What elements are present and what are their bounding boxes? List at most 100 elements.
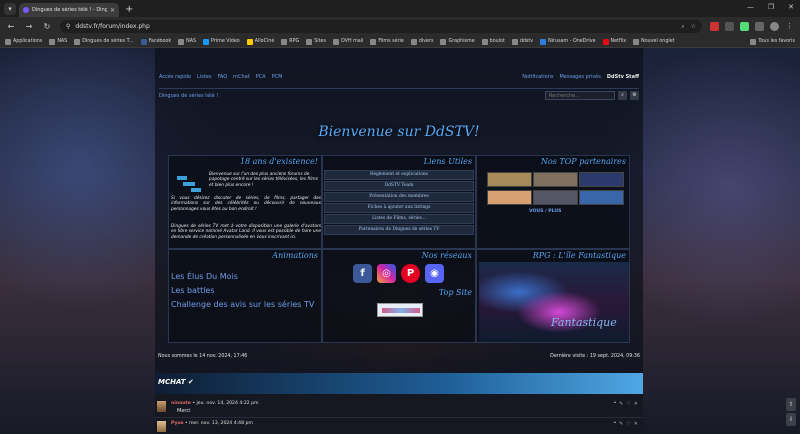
bookmark-item[interactable]: Prime Video — [203, 38, 240, 45]
bookmark-item[interactable]: Graphisme — [440, 38, 475, 45]
link-rules[interactable]: Règlement et explications — [324, 170, 474, 180]
search-input[interactable] — [545, 91, 615, 100]
bookmark-item[interactable]: Netflix — [602, 38, 626, 45]
browser-tabbar: ▾ Dingues de séries télé ! - Dingu... ✕ … — [0, 0, 800, 17]
rpg-banner[interactable]: Fantastique — [479, 262, 629, 342]
notifications-link[interactable]: Notifications — [522, 74, 553, 80]
edit-icon[interactable]: ✎ — [619, 421, 623, 427]
chat-message: Pyus • mer. nov. 13, 2024 4:48 pm ❝ ✎ ♡ … — [155, 418, 643, 434]
close-window-icon[interactable]: ✕ — [788, 3, 794, 11]
gear-icon[interactable]: ⚙ — [630, 91, 639, 100]
back-icon[interactable]: ← — [6, 22, 16, 31]
intro-text: Si vous désirez discuter de séries, de f… — [171, 196, 321, 212]
search-icon[interactable]: ⌕ — [681, 23, 684, 31]
quick-access-link[interactable]: Accès rapide — [159, 74, 191, 80]
message-author[interactable]: Pyus — [171, 421, 183, 426]
mchat-link[interactable]: mChat — [233, 74, 250, 80]
pca-link[interactable]: PCA — [256, 74, 266, 80]
delete-icon[interactable]: ✕ — [634, 401, 638, 407]
lists-link[interactable]: Listes — [197, 74, 211, 80]
message-meta: ninoute • jeu. nov. 14, 2024 4:22 pm — [171, 401, 259, 406]
bookmark-item[interactable]: Films série — [370, 38, 404, 45]
partner-banner[interactable] — [579, 172, 624, 187]
bookmark-item[interactable]: Dingues de séries T... — [74, 38, 134, 45]
anim-challenge-link[interactable]: Challenge des avis sur les séries TV — [171, 300, 314, 309]
bookmark-item[interactable]: NAS — [178, 38, 196, 45]
bookmark-item[interactable]: OVH mail — [332, 38, 363, 45]
anim-battles-link[interactable]: Les battles — [171, 286, 314, 295]
new-tab-icon[interactable]: + — [125, 4, 133, 15]
private-messages-link[interactable]: Messages privés — [559, 74, 600, 80]
facebook-icon[interactable]: f — [353, 264, 372, 283]
link-lists[interactable]: Listes de Films, séries... — [324, 214, 474, 224]
panel-title: 18 ans d'existence! — [239, 157, 318, 166]
partner-banner[interactable] — [487, 190, 532, 205]
pinterest-icon[interactable]: P — [401, 264, 420, 283]
message-author[interactable]: ninoute — [171, 401, 191, 406]
partner-banner[interactable] — [579, 190, 624, 205]
puzzle-icon[interactable] — [755, 22, 764, 31]
browser-tab[interactable]: Dingues de séries télé ! - Dingu... ✕ — [19, 3, 119, 17]
discord-icon[interactable]: ◉ — [425, 264, 444, 283]
extension-icon[interactable] — [725, 22, 734, 31]
bookmark-item[interactable]: Facebook — [140, 38, 171, 45]
bookmark-item[interactable]: NAS — [49, 38, 67, 45]
bookmark-item[interactable]: Nouvel onglet — [633, 38, 675, 45]
folder-icon — [370, 38, 377, 45]
message-date: • mer. nov. 13, 2024 4:48 pm — [183, 421, 253, 426]
reload-icon[interactable]: ↻ — [42, 22, 52, 31]
close-tab-icon[interactable]: ✕ — [110, 7, 115, 14]
avatar[interactable] — [770, 22, 779, 31]
bookmark-item[interactable]: ddstv — [511, 38, 533, 45]
link-team[interactable]: DdSTV Team — [324, 181, 474, 191]
all-bookmarks[interactable]: Tous les favoris — [750, 38, 795, 45]
adblock-icon[interactable] — [710, 22, 719, 31]
quote-icon[interactable]: ❝ — [613, 401, 616, 407]
extension-2-icon[interactable] — [740, 22, 749, 31]
quote-icon[interactable]: ❝ — [613, 421, 616, 427]
delete-icon[interactable]: ✕ — [634, 421, 638, 427]
forward-icon[interactable]: → — [24, 22, 34, 31]
partner-banner[interactable] — [533, 172, 578, 187]
maximize-icon[interactable]: ❐ — [768, 3, 774, 11]
bookmark-item[interactable]: boulot — [481, 38, 505, 45]
tab-list-icon[interactable]: ▾ — [4, 3, 16, 15]
edit-icon[interactable]: ✎ — [619, 401, 623, 407]
top-navigation: Accès rapide Listes FAQ mChat PCA PCM No… — [159, 72, 639, 82]
partner-banner[interactable] — [533, 190, 578, 205]
scroll-down-icon[interactable]: ⇩ — [786, 413, 796, 426]
bookmark-item[interactable]: RPG — [281, 38, 299, 45]
user-menu[interactable]: DdStv Staff — [607, 74, 639, 80]
folder-icon — [750, 38, 757, 45]
bookmark-item[interactable]: Nirusam - OneDrive — [540, 38, 596, 45]
menu-icon[interactable]: ⋮ — [785, 22, 794, 31]
star-icon[interactable]: ☆ — [691, 23, 696, 31]
like-icon[interactable]: ♡ — [626, 421, 630, 427]
partner-banner[interactable] — [487, 172, 532, 187]
address-bar[interactable]: ⚲ ddstv.fr/forum/index.php ⌕ ☆ — [60, 20, 702, 33]
scroll-up-icon[interactable]: ⇧ — [786, 398, 796, 411]
panel-title: Animations — [272, 251, 318, 260]
instagram-icon[interactable]: ◎ — [377, 264, 396, 283]
search-icon[interactable]: ⌕ — [618, 91, 627, 100]
pcm-link[interactable]: PCM — [272, 74, 283, 80]
bookmark-item[interactable]: divers — [410, 38, 433, 45]
folder-icon — [410, 38, 417, 45]
panel-animations: Animations Les Élus Du Mois Les battles … — [168, 249, 322, 343]
site-info-icon[interactable]: ⚲ — [66, 23, 70, 30]
anim-elus-link[interactable]: Les Élus Du Mois — [171, 272, 314, 281]
bookmark-item[interactable]: Sites — [306, 38, 326, 45]
partners-more-link[interactable]: VOUS / PLUS — [529, 209, 561, 214]
faq-link[interactable]: FAQ — [217, 74, 227, 80]
like-icon[interactable]: ♡ — [626, 401, 630, 407]
breadcrumb[interactable]: Dingues de séries télé ! — [159, 93, 218, 99]
bookmark-item[interactable]: AlloCiné — [246, 38, 274, 45]
avatar — [157, 401, 166, 412]
minimize-icon[interactable]: — — [747, 3, 754, 11]
top-site-banner[interactable] — [377, 303, 423, 317]
bookmark-item[interactable]: Applications — [5, 38, 42, 45]
link-partners[interactable]: Partenaires de Dingues de séries TV — [324, 225, 474, 235]
link-members[interactable]: Présentation des membres — [324, 192, 474, 202]
tab-title: Dingues de séries télé ! - Dingu... — [32, 7, 107, 13]
link-sheets[interactable]: Fiches à ajouter aux listings — [324, 203, 474, 213]
